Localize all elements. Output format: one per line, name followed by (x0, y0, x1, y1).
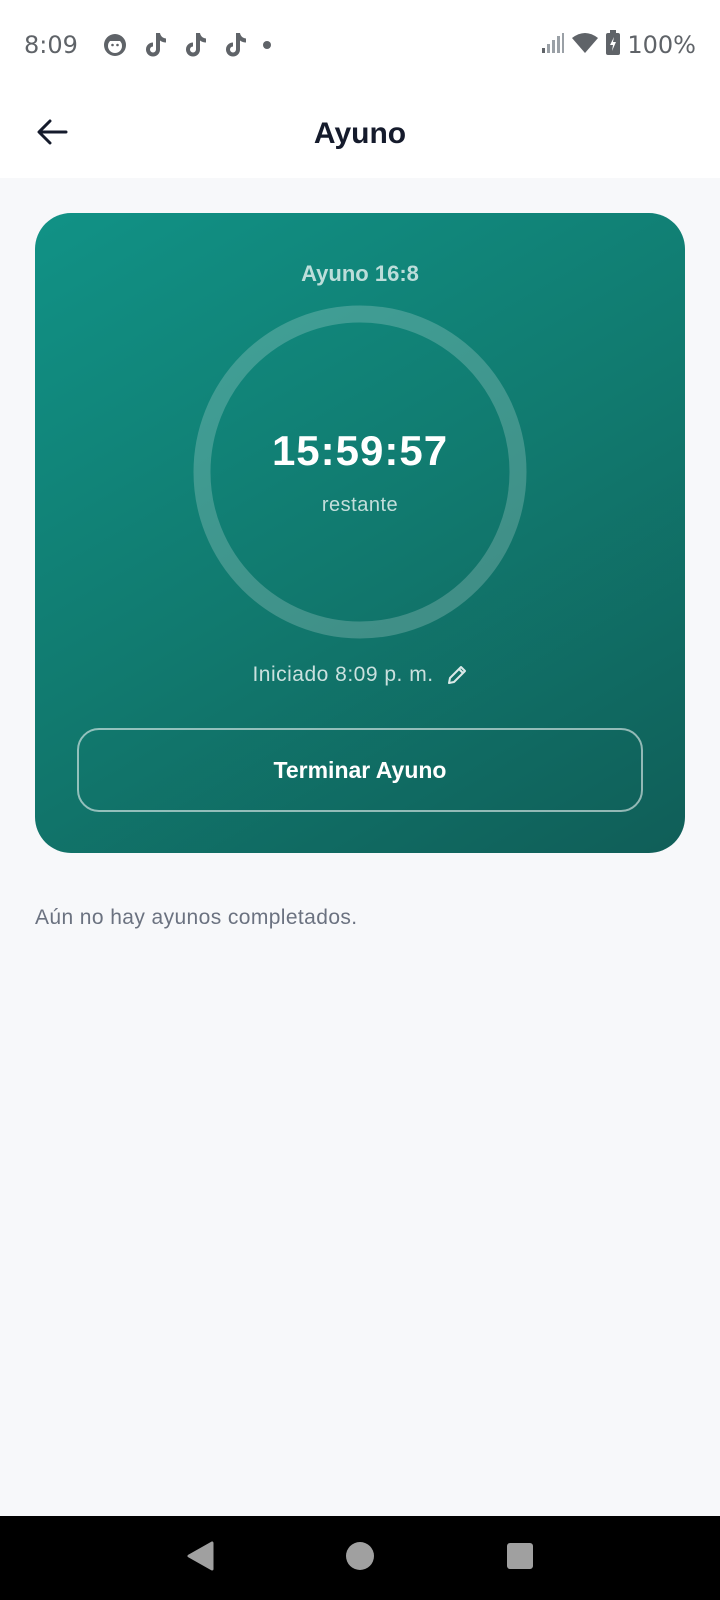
back-arrow-icon (36, 118, 68, 151)
tiktok-icon (182, 31, 208, 59)
nav-back-button[interactable] (170, 1528, 230, 1588)
tiktok-icon (222, 31, 248, 59)
app-bar: Ayuno (0, 90, 720, 178)
fast-card: Ayuno 16:8 15:59:57 restante Iniciado 8:… (35, 213, 685, 853)
battery-percent: 100% (627, 31, 696, 59)
signal-icon (541, 32, 565, 59)
fast-plan-label: Ayuno 16:8 (301, 261, 419, 286)
notification-icons (102, 31, 272, 59)
circle-home-icon (345, 1541, 375, 1576)
started-time-label: Iniciado 8:09 p. m. (252, 663, 434, 686)
edit-start-time-icon[interactable] (446, 664, 468, 686)
timer-caption: restante (321, 494, 399, 516)
timer-value: 15:59:57 (271, 427, 449, 474)
status-time: 8:09 (24, 31, 78, 59)
dot-icon (262, 40, 272, 50)
face-icon (102, 32, 128, 58)
end-fast-button[interactable]: Terminar Ayuno (77, 728, 643, 812)
status-bar: 8:09 100% (0, 0, 720, 90)
square-recents-icon (506, 1542, 534, 1575)
back-button[interactable] (26, 108, 78, 160)
triangle-back-icon (185, 1540, 215, 1577)
nav-recents-button[interactable] (490, 1528, 550, 1588)
system-nav-bar (0, 1516, 720, 1600)
page-title: Ayuno (313, 117, 407, 150)
nav-home-button[interactable] (330, 1528, 390, 1588)
status-right: 100% (541, 29, 696, 61)
battery-icon (605, 29, 621, 61)
tiktok-icon (142, 31, 168, 59)
wifi-icon (571, 32, 599, 59)
history-empty-message: Aún no hay ayunos completados. (35, 906, 358, 929)
started-time-row: Iniciado 8:09 p. m. (35, 663, 685, 687)
